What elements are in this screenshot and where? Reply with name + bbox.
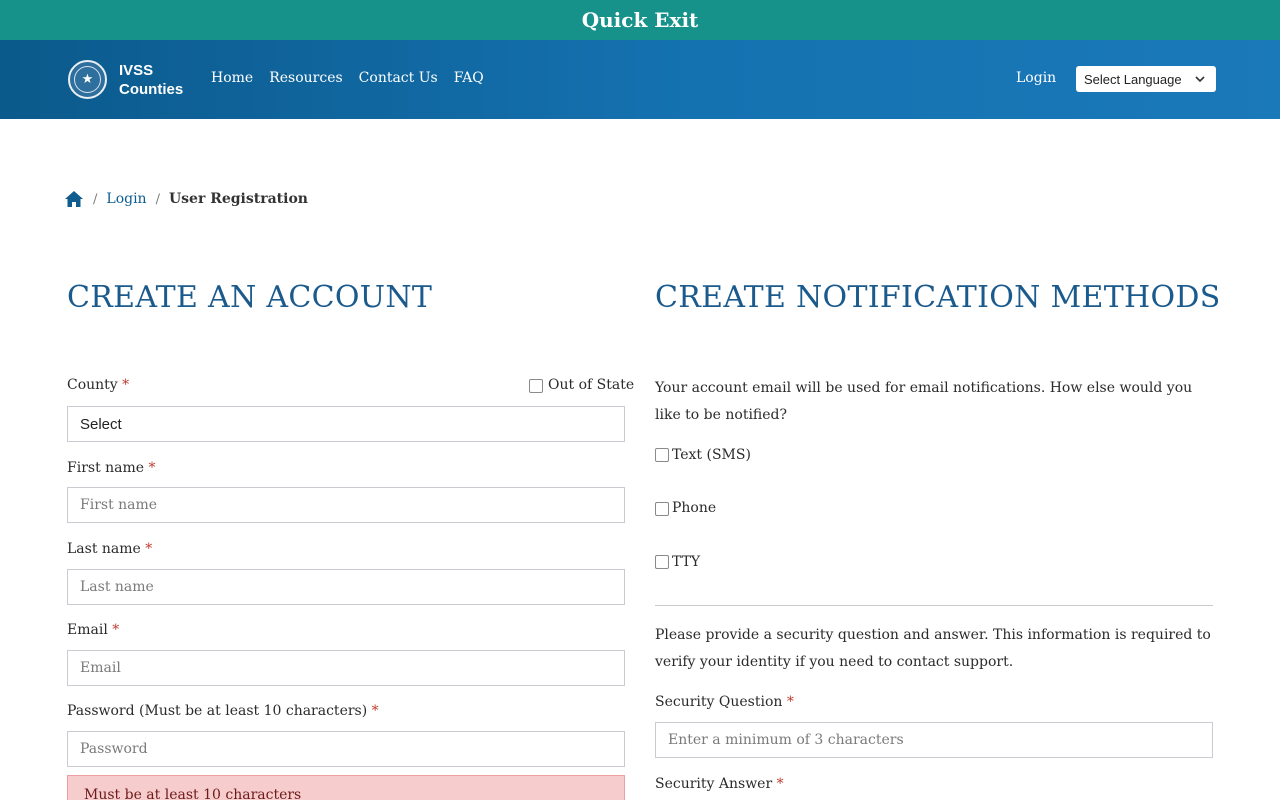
password-label: Password (Must be at least 10 characters… — [67, 703, 379, 719]
main-nav: Home Resources Contact Us FAQ — [211, 70, 484, 86]
brand-name: IVSS Counties — [119, 61, 184, 98]
breadcrumb: / Login / User Registration — [64, 190, 308, 208]
county-select[interactable]: Select — [67, 406, 625, 442]
breadcrumb-current: User Registration — [168, 191, 308, 207]
security-answer-label: Security Answer * — [655, 776, 784, 792]
email-field[interactable]: Email — [67, 650, 625, 686]
password-field[interactable]: Password — [67, 731, 625, 767]
password-error-message: Must be at least 10 characters — [67, 775, 625, 800]
county-select-value: Select — [80, 415, 122, 433]
phone-checkbox[interactable] — [655, 502, 669, 516]
first-name-field[interactable]: First name — [67, 487, 625, 523]
last-name-field[interactable]: Last name — [67, 569, 625, 605]
breadcrumb-separator: / — [155, 191, 160, 207]
section-divider — [655, 605, 1213, 606]
notification-methods-heading: CREATE NOTIFICATION METHODS — [655, 280, 1221, 315]
notification-intro-text: Your account email will be used for emai… — [655, 380, 1193, 423]
last-name-label: Last name * — [67, 541, 153, 557]
tty-checkbox[interactable] — [655, 555, 669, 569]
out-of-state-checkbox[interactable] — [529, 379, 543, 393]
nav-contact-us-link[interactable]: Contact Us — [359, 70, 438, 86]
home-icon[interactable] — [64, 190, 84, 208]
tty-label[interactable]: TTY — [672, 554, 700, 570]
nav-resources-link[interactable]: Resources — [269, 70, 342, 86]
language-select-value: Select Language — [1084, 71, 1182, 87]
language-select[interactable]: Select Language — [1076, 66, 1216, 92]
security-intro-text: Please provide a security question and a… — [655, 627, 1211, 670]
text-sms-label[interactable]: Text (SMS) — [672, 447, 751, 463]
nav-login-link[interactable]: Login — [1016, 70, 1056, 86]
nav-faq-link[interactable]: FAQ — [454, 70, 484, 86]
create-account-heading: CREATE AN ACCOUNT — [67, 280, 433, 315]
text-sms-checkbox[interactable] — [655, 448, 669, 462]
security-question-field[interactable]: Enter a minimum of 3 characters — [655, 722, 1213, 758]
first-name-label: First name * — [67, 460, 156, 476]
breadcrumb-login-link[interactable]: Login — [106, 191, 146, 207]
phone-label[interactable]: Phone — [672, 500, 716, 516]
out-of-state-label[interactable]: Out of State — [548, 377, 634, 393]
nav-home-link[interactable]: Home — [211, 70, 253, 86]
county-label: County * — [67, 377, 130, 393]
quick-exit-button[interactable]: Quick Exit — [0, 0, 1280, 40]
security-question-label: Security Question * — [655, 694, 794, 710]
email-label: Email * — [67, 622, 120, 638]
chevron-down-icon — [1195, 76, 1205, 83]
brand-logo[interactable]: ★ IVSS Counties — [68, 60, 183, 99]
breadcrumb-separator: / — [93, 191, 98, 207]
top-navbar: ★ IVSS Counties Home Resources Contact U… — [0, 40, 1280, 119]
state-seal-icon: ★ — [68, 60, 107, 99]
